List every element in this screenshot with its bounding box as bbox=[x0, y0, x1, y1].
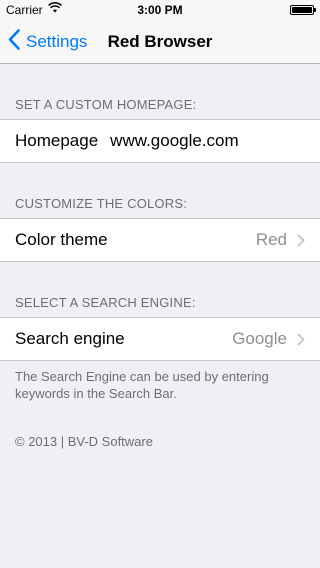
color-theme-label: Color theme bbox=[15, 230, 108, 249]
chevron-right-icon bbox=[297, 333, 305, 346]
back-button[interactable]: Settings bbox=[8, 20, 87, 64]
copyright-text: © 2013 | BV-D Software bbox=[15, 434, 153, 449]
homepage-label: Homepage bbox=[15, 131, 99, 150]
navigation-bar: Settings Red Browser bbox=[0, 20, 320, 64]
homepage-cell[interactable]: Homepage bbox=[0, 119, 320, 163]
status-time: 3:00 PM bbox=[137, 3, 183, 17]
search-engine-footer: The Search Engine can be used by enterin… bbox=[15, 369, 269, 401]
section-header-search: SELECT A SEARCH ENGINE: bbox=[15, 295, 196, 310]
back-button-label: Settings bbox=[26, 32, 88, 51]
chevron-left-icon bbox=[8, 29, 26, 55]
homepage-input[interactable] bbox=[110, 131, 281, 151]
search-engine-cell[interactable]: Search engine Google bbox=[0, 317, 320, 361]
search-engine-label: Search engine bbox=[15, 329, 125, 348]
section-header-colors: CUSTOMIZE THE COLORS: bbox=[15, 196, 188, 211]
color-theme-cell[interactable]: Color theme Red bbox=[0, 218, 320, 262]
page-title-text: Red Browser bbox=[107, 32, 213, 51]
color-theme-value: Red bbox=[255, 230, 287, 249]
search-engine-value: Google bbox=[232, 329, 287, 348]
battery-icon bbox=[290, 5, 316, 15]
chevron-right-icon bbox=[297, 234, 305, 247]
section-header-homepage: SET A CUSTOM HOMEPAGE: bbox=[15, 97, 197, 112]
status-bar: Carrier 3:00 PM bbox=[0, 0, 320, 20]
